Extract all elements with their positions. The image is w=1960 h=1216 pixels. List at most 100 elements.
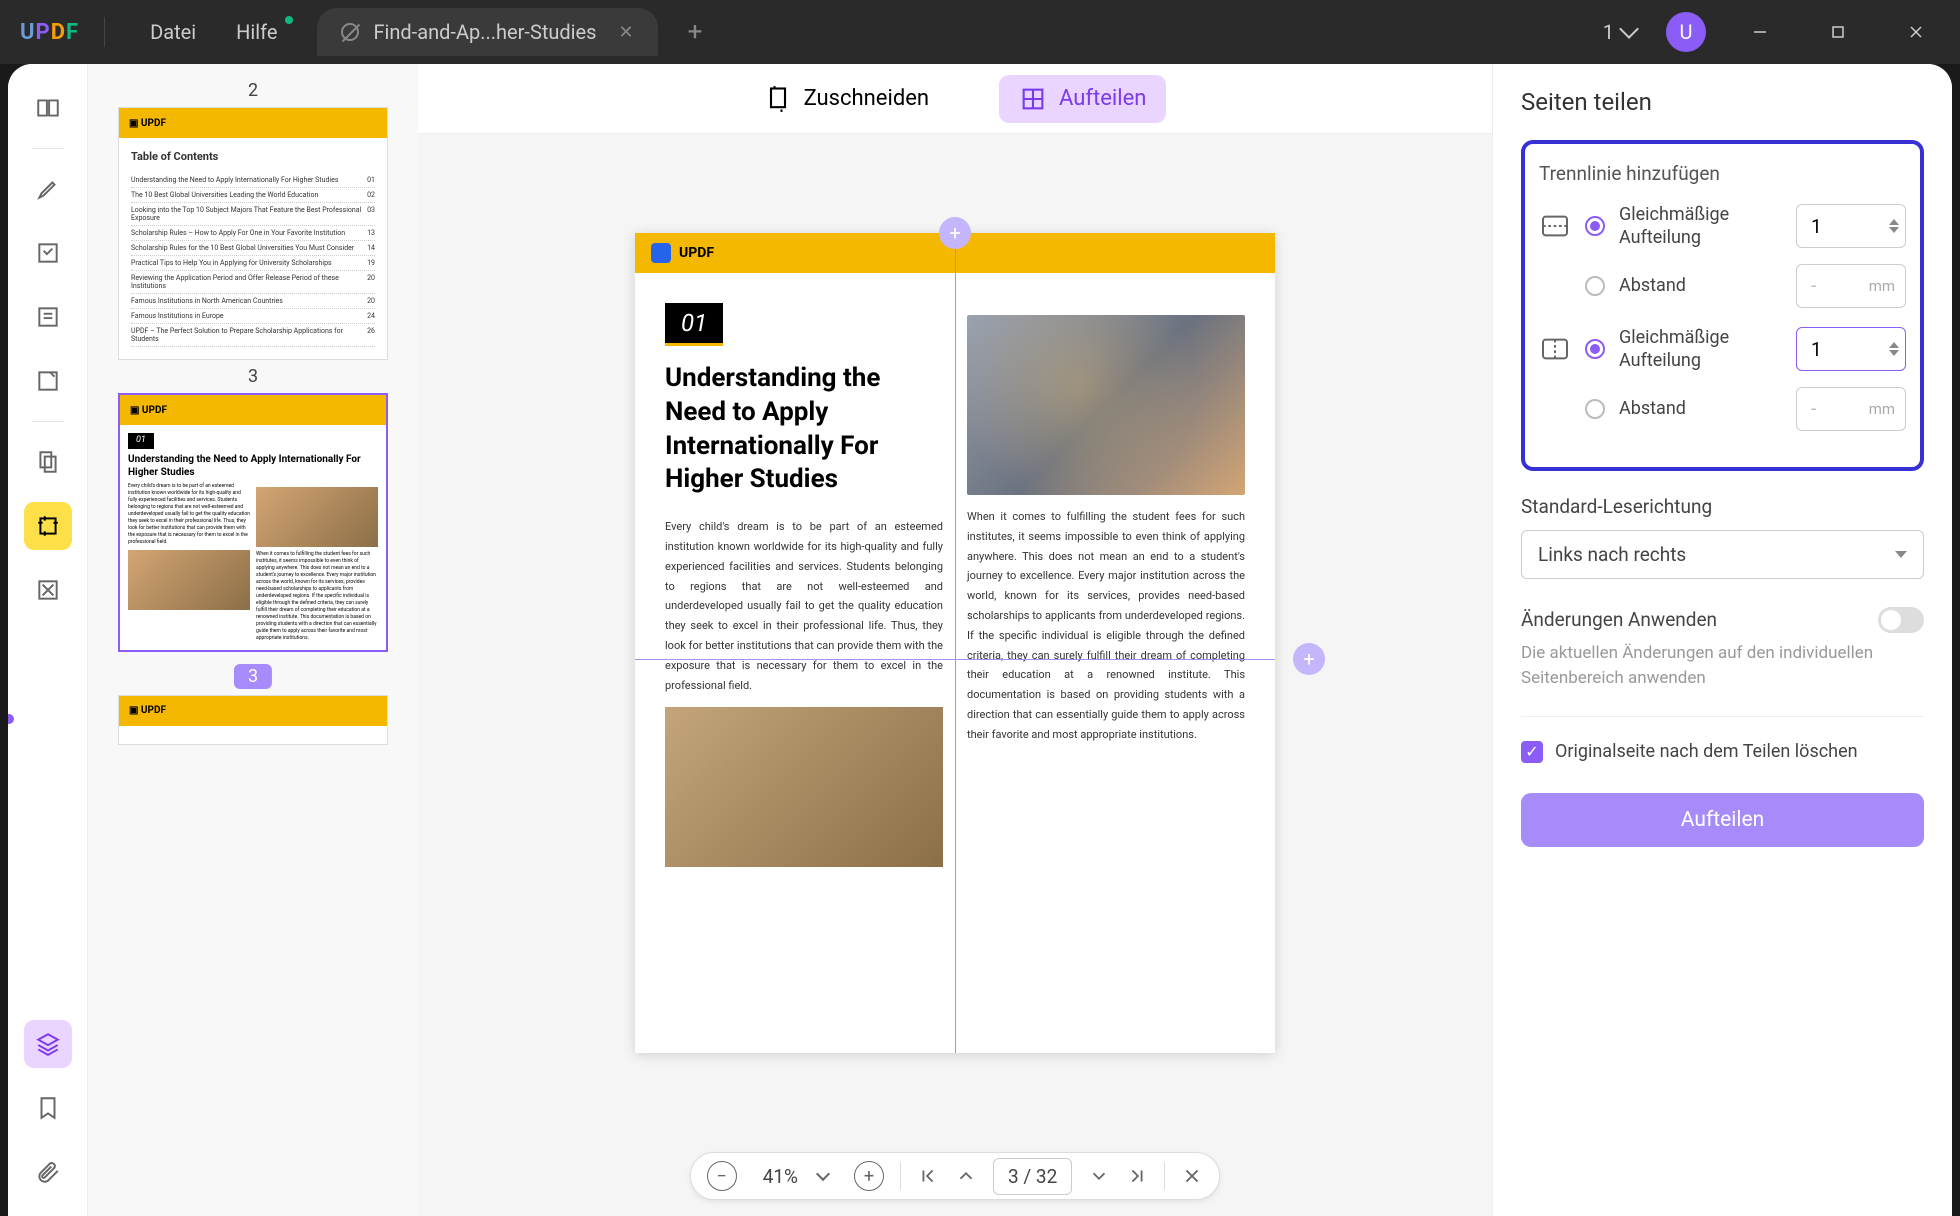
bottom-bar: − 41% + 3 / 32 [418,1152,1492,1216]
thumb-image [256,487,378,547]
tool-form[interactable] [24,357,72,405]
stepper-down[interactable] [1889,350,1899,356]
close-preview-button[interactable] [1181,1165,1203,1187]
reading-direction-select[interactable]: Links nach rechts [1521,530,1924,579]
toc-line: The 10 Best Global Universities Leading … [131,188,375,203]
first-page-button[interactable] [917,1165,939,1187]
tool-crop-split[interactable] [24,502,72,550]
new-tab-button[interactable]: + [688,17,703,47]
toc-line: Famous Institutions in Europe24 [131,309,375,324]
apply-changes-label: Änderungen Anwenden [1521,608,1717,631]
chevron-down-icon [816,1166,830,1180]
brand-text: UPDF [679,245,714,261]
split-button[interactable]: Aufteilen [1521,793,1924,847]
apply-changes-toggle[interactable] [1878,607,1924,633]
radio-v-equal[interactable] [1585,339,1605,359]
window-minimize[interactable] [1736,8,1784,56]
split-handle-top[interactable]: + [939,217,971,249]
tab-split[interactable]: Aufteilen [999,75,1166,123]
tool-layers[interactable] [24,1020,72,1068]
brand-icon [651,243,671,263]
radio-h-equal[interactable] [1585,216,1605,236]
h-split-count-input[interactable]: 1 [1796,204,1906,248]
close-tab-icon[interactable]: ✕ [618,22,633,43]
tab-crop[interactable]: Zuschneiden [744,75,949,123]
separator [32,421,64,422]
toc-line: Practical Tips to Help You in Applying f… [131,256,375,271]
apply-help-text: Die aktuellen Änderungen auf den individ… [1521,641,1924,692]
document-tab[interactable]: Find-and-Ap...her-Studies ✕ [317,8,657,56]
thumb-text: When it comes to fulfilling the student … [256,551,378,642]
thumbnails-panel: 2 ▣ UPDF Table of Contents Understanding… [88,64,418,1216]
split-line-horizontal[interactable] [635,659,1275,660]
toc-line: Looking into the Top 10 Subject Majors T… [131,203,375,226]
left-toolbar [8,64,88,1216]
canvas[interactable]: + + UPDF 01 Understanding the Need to Ap… [418,134,1492,1152]
zoom-out-button[interactable]: − [707,1161,737,1191]
thumb-text: Every child's dream is to be part of an … [128,483,250,546]
toc-line: Reviewing the Application Period and Off… [131,271,375,294]
v-split-count-input[interactable]: 1 [1796,327,1906,371]
cloud-count-value: 1 [1603,20,1614,44]
vertical-split-icon [1539,333,1571,365]
tool-reader[interactable] [24,84,72,132]
user-avatar[interactable]: U [1666,12,1706,52]
page-preview: + + UPDF 01 Understanding the Need to Ap… [635,233,1275,1053]
divider [104,17,105,47]
thumbnail-page-3[interactable]: ▣ UPDF 01 Understanding the Need to Appl… [118,393,388,652]
zoom-value[interactable]: 41% [753,1165,838,1188]
tab-title: Find-and-Ap...her-Studies [373,20,596,44]
tool-organize[interactable] [24,438,72,486]
stepper-up[interactable] [1889,342,1899,348]
tool-comment[interactable] [24,293,72,341]
h-distance-input[interactable]: - mm [1796,264,1906,308]
tool-edit[interactable] [24,229,72,277]
delete-original-checkbox[interactable]: ✓ [1521,741,1543,763]
split-line-vertical[interactable] [955,233,956,1053]
thumb-brand: ▣ UPDF [130,405,167,416]
thumb-chapter: 01 [128,433,154,449]
app-body: 2 ▣ UPDF Table of Contents Understanding… [8,64,1952,1216]
thumb-number-2: 2 [118,80,388,101]
toc-line: UPDF – The Perfect Solution to Prepare S… [131,324,375,347]
separator [32,148,64,149]
thumb-brand: ▣ UPDF [129,118,166,129]
menu-file[interactable]: Datei [130,12,216,52]
equal-split-label: Gleichmäßige Aufteilung [1619,326,1782,373]
placeholder: - [1811,274,1816,297]
radio-h-distance[interactable] [1585,276,1605,296]
separator [900,1162,901,1190]
zoom-in-button[interactable]: + [854,1161,884,1191]
split-handle-right[interactable]: + [1293,643,1325,675]
tool-attachment[interactable] [24,1148,72,1196]
v-distance-input[interactable]: - mm [1796,387,1906,431]
toolbar-indicator-dot [8,714,14,724]
page-image [967,315,1245,495]
window-maximize[interactable] [1814,8,1862,56]
thumb-brand: ▣ UPDF [129,705,166,716]
toc-line: Scholarship Rules for the 10 Best Global… [131,241,375,256]
split-label: Aufteilen [1059,86,1146,111]
reading-direction-label: Standard-Leserichtung [1521,495,1924,518]
next-page-button[interactable] [1088,1165,1110,1187]
toc-title: Table of Contents [131,150,375,163]
window-close[interactable] [1892,8,1940,56]
page-number-input[interactable]: 3 / 32 [993,1158,1072,1195]
tool-redact[interactable] [24,566,72,614]
radio-v-distance[interactable] [1585,399,1605,419]
last-page-button[interactable] [1126,1165,1148,1187]
tool-highlight[interactable] [24,165,72,213]
tool-bookmark[interactable] [24,1084,72,1132]
thumb-title: Understanding the Need to Apply Internat… [128,453,378,479]
thumb-number-3: 3 [118,366,388,387]
stepper-up[interactable] [1889,219,1899,225]
separator [1164,1162,1165,1190]
divider-settings-box: Trennlinie hinzufügen Gleichmäßige Aufte… [1521,140,1924,471]
thumbnail-page-2[interactable]: ▣ UPDF Table of Contents Understanding t… [118,107,388,360]
prev-page-button[interactable] [955,1165,977,1187]
h-value: 1 [1811,215,1822,238]
menu-help[interactable]: Hilfe [216,12,297,52]
thumbnail-page-4[interactable]: ▣ UPDF [118,695,388,745]
stepper-down[interactable] [1889,227,1899,233]
cloud-sync-indicator[interactable]: 1 [1603,20,1636,44]
